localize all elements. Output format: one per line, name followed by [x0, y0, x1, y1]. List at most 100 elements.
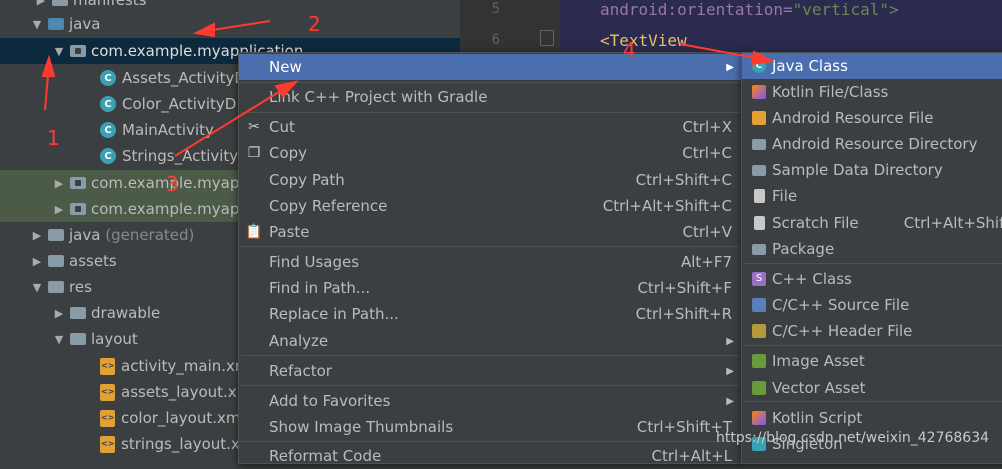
menu-shortcut: Ctrl+Shift+C [635, 171, 732, 189]
menu-item-replace-in-path[interactable]: Replace in Path... Ctrl+Shift+R [239, 301, 742, 327]
menu-item-show-thumbnails[interactable]: Show Image Thumbnails Ctrl+Shift+T [239, 414, 742, 440]
chevron-right-icon[interactable]: ▶ [34, 0, 48, 7]
menu-item-link-cpp[interactable]: Link C++ Project with Gradle [239, 84, 742, 110]
menu-item-reformat[interactable]: Reformat Code Ctrl+Alt+L [239, 443, 742, 469]
menu-item-copy-reference[interactable]: Copy Reference Ctrl+Alt+Shift+C [239, 193, 742, 219]
chevron-right-icon[interactable]: ▶ [52, 177, 66, 190]
menu-label: Vector Asset [772, 379, 866, 397]
menu-item-new[interactable]: New ▶ [239, 54, 742, 80]
package-icon [70, 203, 86, 215]
menu-item-cpp-source[interactable]: C/C++ Source File [742, 292, 1002, 318]
menu-shortcut: Alt+F7 [680, 253, 732, 271]
menu-item-sample-data-dir[interactable]: Sample Data Directory [742, 157, 1002, 183]
menu-item-add-favorites[interactable]: Add to Favorites ▶ [239, 388, 742, 414]
menu-item-cpp-header[interactable]: C/C++ Header File [742, 318, 1002, 344]
menu-item-kotlin-file[interactable]: Kotlin File/Class [742, 79, 1002, 105]
menu-item-paste[interactable]: 📋 Paste Ctrl+V [239, 219, 742, 245]
tree-label: activity_main.xm [121, 357, 250, 375]
chevron-down-icon[interactable]: ▼ [30, 281, 44, 294]
submenu-arrow-icon: ▶ [726, 335, 734, 347]
menu-item-android-resource-file[interactable]: Android Resource File [742, 105, 1002, 131]
annotation-label-3: 3 [166, 172, 179, 196]
package-icon [752, 243, 766, 255]
annotation-label-2: 2 [308, 12, 321, 36]
menu-shortcut: Ctrl+Shift+F [637, 279, 732, 297]
class-icon: C [100, 122, 116, 138]
java-class-icon: C [752, 59, 766, 73]
kotlin-script-icon [752, 411, 766, 425]
tree-label: layout [91, 330, 138, 348]
menu-item-find-usages[interactable]: Find Usages Alt+F7 [239, 249, 742, 275]
menu-label: Link C++ Project with Gradle [269, 88, 488, 106]
xml-file-icon [100, 383, 115, 401]
tree-label: assets [69, 252, 117, 270]
menu-item-image-asset[interactable]: Image Asset [742, 348, 1002, 374]
watermark-text: https://blog.csdn.net/weixin_42768634 [716, 430, 990, 446]
chevron-right-icon[interactable]: ▶ [30, 255, 44, 268]
code-line-5: android:orientation="vertical"> [600, 0, 899, 19]
menu-label: Copy Reference [269, 197, 388, 215]
folder-icon [52, 0, 68, 6]
code-value: "vertical"> [792, 0, 899, 19]
menu-label: Image Asset [772, 352, 865, 370]
menu-shortcut: Ctrl+Alt+L [651, 447, 733, 465]
tree-label: java [69, 226, 101, 244]
tree-label: MainActivity [122, 121, 214, 139]
menu-label: Paste [269, 223, 310, 241]
menu-item-cpp-class[interactable]: S C++ Class [742, 266, 1002, 292]
menu-item-find-in-path[interactable]: Find in Path... Ctrl+Shift+F [239, 275, 742, 301]
class-icon: C [100, 148, 116, 164]
menu-item-analyze[interactable]: Analyze ▶ [239, 328, 742, 354]
menu-item-copy[interactable]: ❐ Copy Ctrl+C [239, 140, 742, 166]
kotlin-icon [752, 85, 766, 99]
annotation-label-4: 4 [623, 38, 636, 62]
chevron-down-icon[interactable]: ▼ [30, 18, 44, 31]
menu-item-file[interactable]: File [742, 183, 1002, 209]
code-attr: android:orientation= [600, 0, 793, 19]
submenu-arrow-icon: ▶ [726, 395, 734, 407]
folder-icon [48, 281, 64, 293]
menu-label: Android Resource Directory [772, 135, 978, 153]
menu-label: Package [772, 240, 835, 258]
tree-label: res [69, 278, 92, 296]
folder-icon [48, 18, 64, 30]
class-icon: C [100, 70, 116, 86]
menu-item-kotlin-script[interactable]: Kotlin Script [742, 405, 1002, 431]
menu-item-refactor[interactable]: Refactor ▶ [239, 358, 742, 384]
tree-item-java[interactable]: ▼ java [0, 11, 460, 37]
generated-folder-icon [48, 229, 64, 241]
menu-separator [241, 112, 740, 113]
menu-label: Kotlin Script [772, 409, 863, 427]
code-tag: <TextView [600, 31, 687, 50]
menu-item-copy-path[interactable]: Copy Path Ctrl+Shift+C [239, 167, 742, 193]
menu-separator [744, 401, 1002, 402]
menu-item-vector-asset[interactable]: Vector Asset [742, 375, 1002, 401]
tree-label: color_layout.xm [121, 409, 241, 427]
chevron-right-icon[interactable]: ▶ [30, 229, 44, 242]
menu-item-package[interactable]: Package [742, 236, 1002, 262]
chevron-right-icon[interactable]: ▶ [52, 307, 66, 320]
file-icon [753, 189, 765, 203]
menu-label: Find in Path... [269, 279, 371, 297]
chevron-down-icon[interactable]: ▼ [52, 45, 66, 58]
chevron-right-icon[interactable]: ▶ [52, 203, 66, 216]
menu-item-android-resource-dir[interactable]: Android Resource Directory [742, 131, 1002, 157]
class-icon: C [100, 96, 116, 112]
vector-asset-icon [752, 381, 766, 395]
fold-marker-icon[interactable] [540, 30, 554, 46]
menu-label: Sample Data Directory [772, 161, 943, 179]
submenu-arrow-icon: ▶ [726, 61, 734, 73]
menu-label: Analyze [269, 332, 329, 350]
menu-label: Show Image Thumbnails [269, 418, 454, 436]
chevron-down-icon[interactable]: ▼ [52, 333, 66, 346]
menu-separator [744, 345, 1002, 346]
menu-label: Reformat Code [269, 447, 382, 465]
tree-label: Assets_ActivityD [122, 69, 246, 87]
menu-item-cut[interactable]: ✂ Cut Ctrl+X [239, 114, 742, 140]
menu-separator [241, 355, 740, 356]
scratch-file-icon [753, 216, 765, 230]
tree-label: Color_ActivityD [122, 95, 237, 113]
menu-item-java-class[interactable]: C Java Class [742, 53, 1002, 79]
menu-item-scratch-file[interactable]: Scratch File Ctrl+Alt+Shift [742, 210, 1002, 236]
menu-shortcut: Ctrl+C [682, 144, 732, 162]
